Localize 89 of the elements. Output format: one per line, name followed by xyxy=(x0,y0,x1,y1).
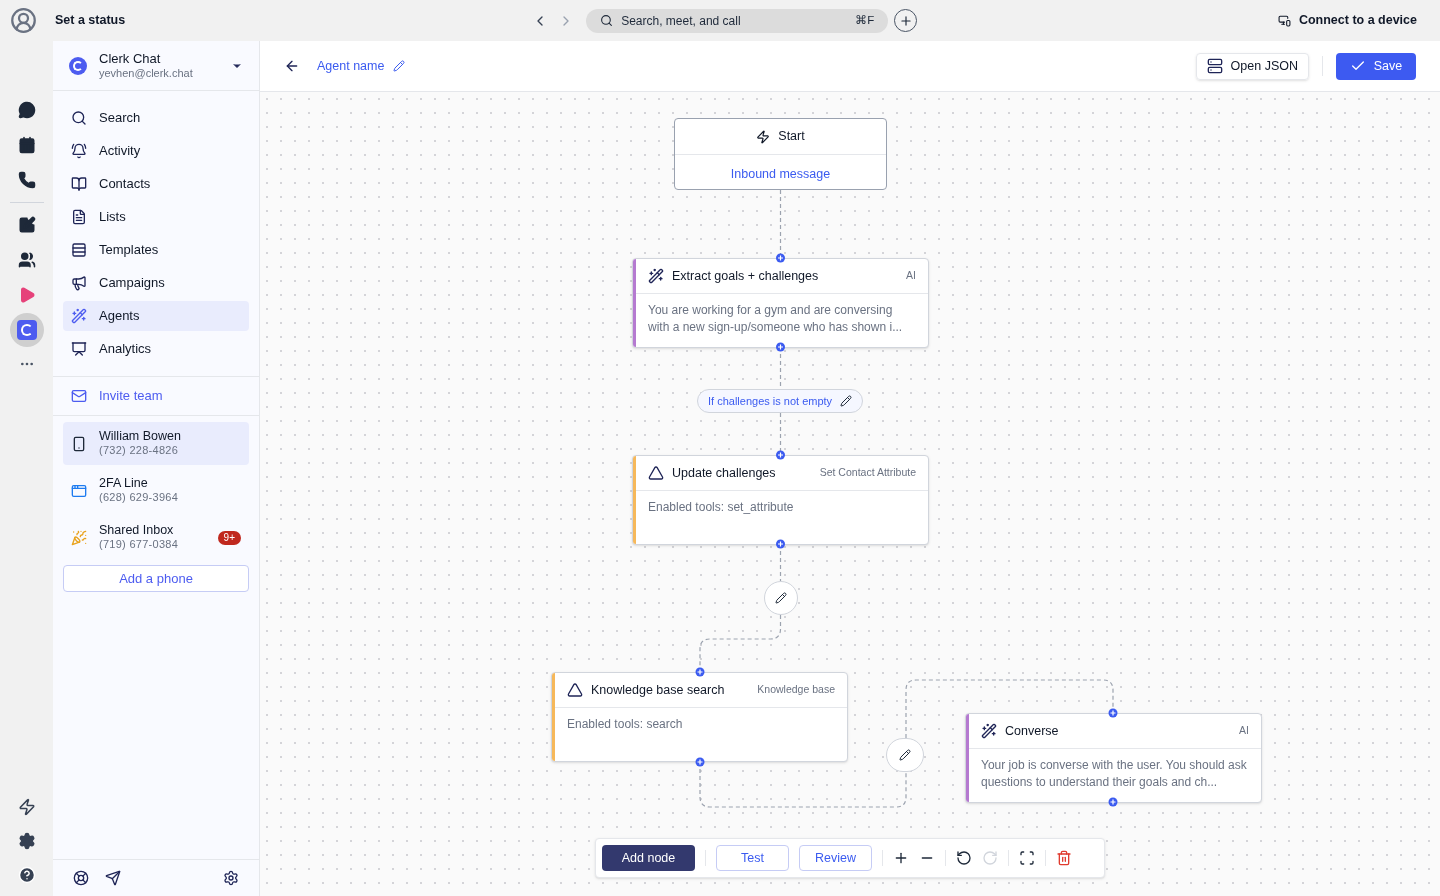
connect-device-button[interactable]: Connect to a device xyxy=(1277,11,1417,30)
phone-line-item[interactable]: 2FA Line (628) 629-3964 xyxy=(63,469,249,512)
phone-number: (719) 677-0384 xyxy=(99,538,179,553)
node-description: Enabled tools: search xyxy=(566,716,684,733)
flow-node[interactable]: Update challenges Set Contact Attribute Enabled tools: set_attribute xyxy=(632,455,929,545)
search-icon xyxy=(71,110,87,126)
agent-name[interactable]: Agent name xyxy=(317,56,385,76)
review-button[interactable]: Review xyxy=(799,845,872,871)
device-icon xyxy=(1277,14,1291,27)
search-placeholder: Search, meet, and call xyxy=(621,12,741,30)
trigger-label: Inbound message xyxy=(730,166,831,183)
help-icon[interactable] xyxy=(17,866,36,884)
nav-item[interactable]: Lists xyxy=(63,202,249,232)
invite-team-link[interactable]: Invite team xyxy=(53,377,259,416)
line-name: Shared Inbox xyxy=(99,522,175,539)
shortcut-hint: ⌘F xyxy=(855,12,875,28)
add-node-button[interactable]: Add node xyxy=(602,845,695,871)
magic-wand-icon xyxy=(648,268,664,284)
flow-node[interactable]: Converse AI Your job is converse with the user. You should ask questions to understand their goals and ch... xyxy=(965,713,1262,803)
contacts-icon xyxy=(71,176,87,192)
pencil-icon xyxy=(775,592,787,604)
account-email: yevhen@clerk.chat xyxy=(99,66,193,81)
node-title: Converse xyxy=(1005,722,1059,740)
node-title: Update challenges xyxy=(672,464,776,482)
line-name: 2FA Line xyxy=(99,475,149,492)
start-node[interactable]: Start Inbound message xyxy=(674,118,887,190)
phone-line-item[interactable]: Shared Inbox (719) 677-0384 9+ xyxy=(63,516,249,559)
agents-icon xyxy=(71,308,87,324)
phone-line-item[interactable]: William Bowen (732) 228-4826 xyxy=(63,422,249,465)
nav-item[interactable]: Activity xyxy=(63,136,249,166)
nav-item[interactable]: Campaigns xyxy=(63,268,249,298)
account-name: Clerk Chat xyxy=(99,50,162,67)
unread-badge: 9+ xyxy=(217,530,241,545)
settings-icon[interactable] xyxy=(223,870,239,886)
start-title: Start xyxy=(778,128,805,146)
node-title: Extract goals + challenges xyxy=(672,267,819,285)
nav-item[interactable]: Contacts xyxy=(63,169,249,199)
back-arrow-icon[interactable] xyxy=(284,58,300,74)
campaigns-icon xyxy=(71,275,87,291)
phone-number: (628) 629-3964 xyxy=(99,491,179,506)
lists-icon xyxy=(71,209,87,225)
app-icon xyxy=(71,482,87,499)
nav-item[interactable]: Analytics xyxy=(63,334,249,364)
lightning-icon[interactable] xyxy=(17,798,36,816)
node-description: Enabled tools: set_attribute xyxy=(647,499,795,516)
status-label[interactable]: Set a status xyxy=(55,11,126,30)
test-button[interactable]: Test xyxy=(716,845,789,871)
settings-icon[interactable] xyxy=(17,832,36,850)
templates-icon xyxy=(71,242,87,258)
party-icon xyxy=(71,529,87,546)
clerk-app-icon[interactable] xyxy=(9,313,44,347)
search-icon xyxy=(600,14,614,27)
line-name: William Bowen xyxy=(99,428,181,445)
flow-node[interactable]: Knowledge base search Knowledge base Enabled tools: search xyxy=(551,672,848,762)
delete-icon[interactable] xyxy=(1056,850,1072,866)
phone-number: (732) 228-4826 xyxy=(99,444,180,459)
zoom-in-icon[interactable] xyxy=(893,850,909,866)
node-description: You are working for a gym and are conversing with a new sign-up/someone who has shown i... xyxy=(647,302,904,336)
server-icon xyxy=(1206,58,1223,74)
edit-icon[interactable] xyxy=(393,60,406,72)
nav-item[interactable]: Agents xyxy=(63,301,249,331)
magic-wand-icon xyxy=(981,723,997,739)
save-button[interactable]: Save xyxy=(1336,52,1416,80)
node-type: Set Contact Attribute xyxy=(819,465,916,481)
nav-item[interactable]: Templates xyxy=(63,235,249,265)
clerk-logo-icon xyxy=(69,56,87,75)
lightning-icon xyxy=(756,129,771,144)
mail-icon xyxy=(71,388,87,404)
send-icon[interactable] xyxy=(105,870,121,886)
activity-icon xyxy=(71,143,87,159)
support-icon[interactable] xyxy=(73,870,89,886)
pencil-icon xyxy=(840,395,853,407)
mobile-icon xyxy=(71,435,87,452)
undo-icon[interactable] xyxy=(956,850,972,866)
nav-item[interactable]: Search xyxy=(63,103,249,133)
condition-label[interactable]: If challenges is not empty xyxy=(697,389,864,413)
node-title: Knowledge base search xyxy=(591,681,725,699)
flow-node[interactable]: Extract goals + challenges AI You are working for a gym and are conversing with a new sign-up/someone who has shown i... xyxy=(632,258,929,348)
search-field[interactable]: Search, meet, and call ⌘F xyxy=(586,8,889,33)
node-type: AI xyxy=(1239,723,1249,739)
open-json-button[interactable]: Open JSON xyxy=(1195,52,1309,80)
node-description: Your job is converse with the user. You should ask questions to understand their goals and ch... xyxy=(980,757,1248,791)
node-type: AI xyxy=(906,268,916,284)
avatar-icon[interactable] xyxy=(10,7,37,34)
node-type: Knowledge base xyxy=(757,682,835,698)
add-phone-button[interactable]: Add a phone xyxy=(63,565,249,592)
fit-view-icon[interactable] xyxy=(1019,850,1035,866)
analytics-icon xyxy=(71,341,87,357)
pencil-icon xyxy=(899,749,911,761)
